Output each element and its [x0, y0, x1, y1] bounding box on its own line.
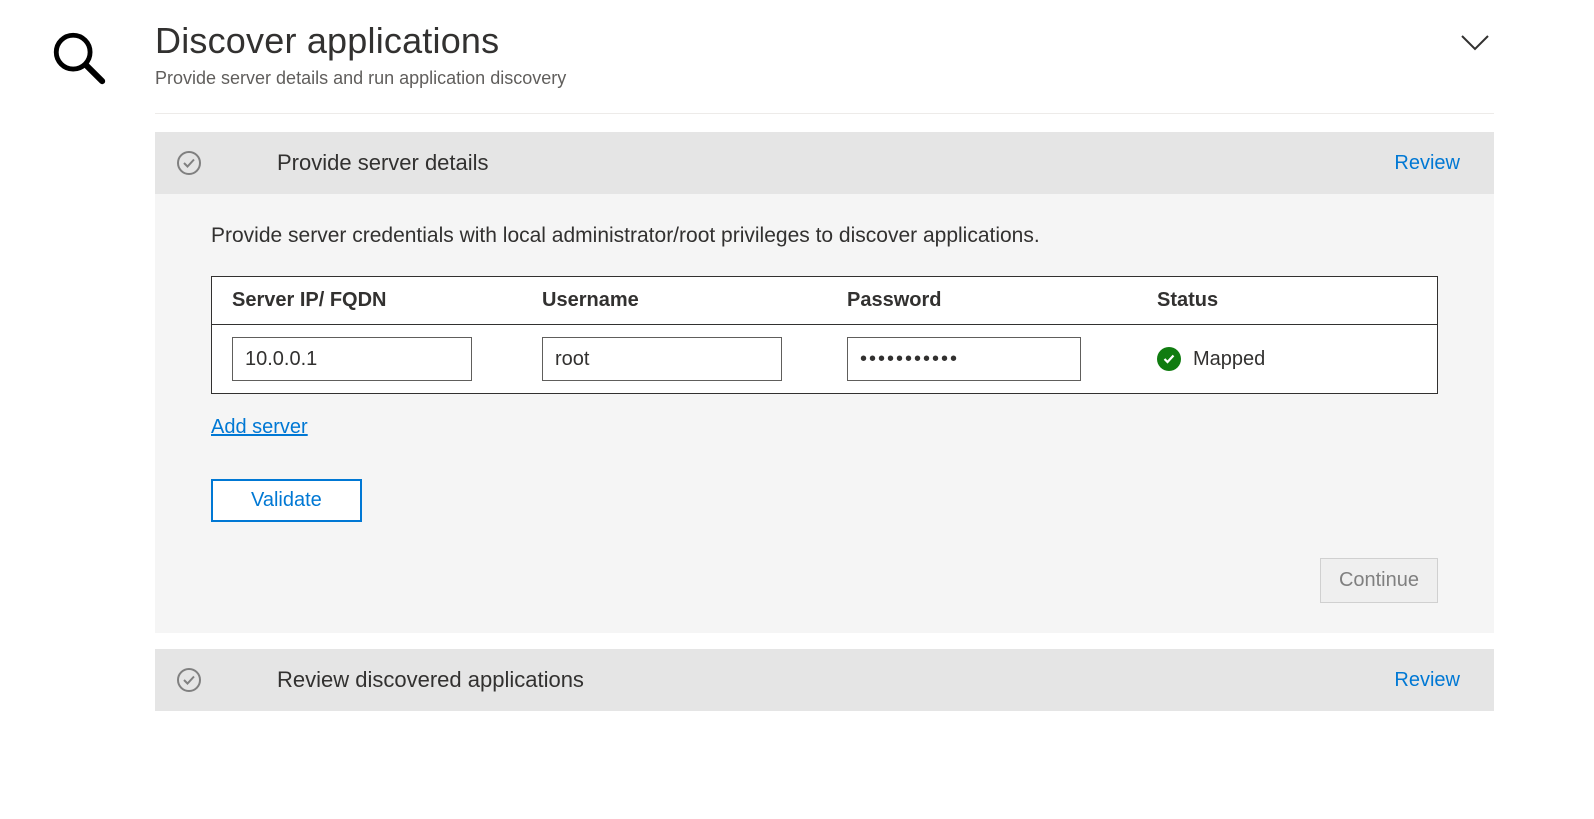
- column-header-password: Password: [847, 289, 1157, 312]
- page-title: Discover applications: [155, 20, 566, 62]
- column-header-status: Status: [1157, 289, 1417, 312]
- column-header-ip: Server IP/ FQDN: [232, 289, 542, 312]
- search-icon: [49, 28, 107, 727]
- server-ip-input[interactable]: [232, 337, 472, 381]
- section-title: Review discovered applications: [277, 667, 584, 693]
- column-header-username: Username: [542, 289, 847, 312]
- add-server-link[interactable]: Add server: [211, 416, 308, 439]
- page-subtitle: Provide server details and run applicati…: [155, 68, 566, 89]
- password-input[interactable]: [847, 337, 1081, 381]
- divider: [155, 113, 1494, 114]
- section-header-review-apps: Review discovered applications Review: [155, 649, 1494, 711]
- instruction-text: Provide server credentials with local ad…: [211, 224, 1438, 248]
- check-circle-icon: [177, 151, 201, 175]
- server-table: Server IP/ FQDN Username Password Status: [211, 276, 1438, 394]
- status-text: Mapped: [1193, 348, 1265, 371]
- success-check-icon: [1157, 347, 1181, 371]
- username-input[interactable]: [542, 337, 782, 381]
- section-title: Provide server details: [277, 150, 489, 176]
- check-circle-icon: [177, 668, 201, 692]
- review-link[interactable]: Review: [1394, 152, 1460, 175]
- continue-button[interactable]: Continue: [1320, 558, 1438, 603]
- chevron-down-icon[interactable]: [1460, 34, 1490, 57]
- validate-button[interactable]: Validate: [211, 479, 362, 522]
- section-header-provide-details: Provide server details Review: [155, 132, 1494, 194]
- table-row: Mapped: [212, 325, 1437, 393]
- review-link[interactable]: Review: [1394, 669, 1460, 692]
